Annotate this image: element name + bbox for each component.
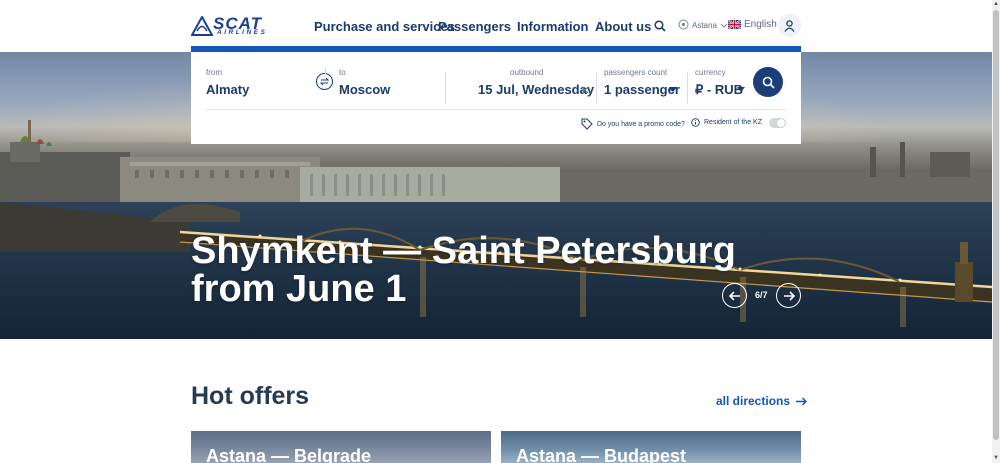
slider-next-button[interactable] [776, 283, 801, 308]
arrow-left-icon [728, 290, 740, 301]
divider [596, 72, 597, 104]
location-pin-icon [678, 19, 689, 30]
close-icon [581, 86, 589, 94]
promo-code-text: Do you have a promo code? [597, 120, 685, 128]
currency-field[interactable]: ₽ - RUB [695, 82, 743, 98]
nav-purchase-and-services[interactable]: Purchase and services [314, 19, 455, 34]
resident-kz-text: Resident of the KZ [704, 119, 762, 126]
hero-title: Shymkent — Saint Petersburg from June 1 [191, 232, 736, 308]
logo-emblem-icon [191, 16, 213, 36]
uk-flag-icon [728, 20, 741, 29]
search-flights-button[interactable] [753, 67, 783, 97]
hero-title-line2: from June 1 [191, 268, 407, 310]
offer-card[interactable]: Astana — Budapest [501, 431, 801, 463]
tag-icon [581, 118, 593, 130]
hot-offers-title: Hot offers [191, 382, 310, 410]
hero-title-line1: Shymkent — Saint Petersburg [191, 230, 736, 272]
chevron-down-icon [720, 23, 728, 28]
language-select[interactable]: English [728, 19, 777, 30]
to-label: to [339, 68, 346, 77]
swap-icon [320, 77, 329, 86]
offer-card-title: Astana — Belgrade [206, 446, 372, 463]
currency-label: currency [695, 68, 726, 77]
divider [325, 68, 326, 76]
all-directions-link[interactable]: all directions [716, 394, 808, 408]
resident-kz-toggle[interactable] [769, 118, 786, 128]
logo-sub: AIRLINES [217, 29, 268, 36]
flight-search-panel: from Almaty to Moscow outbound 15 Jul, W… [191, 46, 801, 144]
passengers-label: passengers count [604, 68, 668, 77]
offer-card[interactable]: Astana — Belgrade [191, 431, 491, 463]
scroll-thumb[interactable] [993, 10, 999, 440]
to-field[interactable]: Moscow [339, 82, 390, 97]
header-search-button[interactable] [653, 19, 667, 33]
arrow-right-icon [796, 396, 808, 406]
header: SCAT AIRLINES Purchase and services Pass… [0, 0, 992, 52]
search-icon [762, 76, 775, 89]
language-value: English [744, 19, 777, 30]
promo-code-link[interactable]: Do you have a promo code? [581, 118, 685, 130]
from-field[interactable]: Almaty [206, 82, 249, 97]
resident-kz: Resident of the KZ [691, 118, 762, 127]
divider [687, 72, 688, 104]
caret-down-icon [669, 87, 677, 92]
scroll-down-icon[interactable]: ▼ [993, 455, 999, 461]
profile-button[interactable] [778, 14, 801, 37]
nav-about-us[interactable]: About us [595, 19, 651, 34]
all-directions-text: all directions [716, 394, 791, 408]
city-select[interactable]: Astana [678, 19, 728, 32]
outbound-label: outbound [510, 68, 544, 77]
info-icon [691, 118, 700, 127]
nav-passengers[interactable]: Passengers [438, 19, 511, 34]
scat-logo[interactable]: SCAT AIRLINES [191, 15, 286, 37]
nav-information[interactable]: Information [517, 19, 589, 34]
caret-down-icon [737, 87, 745, 92]
user-icon [784, 19, 795, 32]
slider-prev-button[interactable] [722, 283, 747, 308]
slide-counter: 6/7 [755, 290, 768, 300]
offer-card-title: Astana — Budapest [516, 446, 687, 463]
from-label: from [206, 68, 222, 77]
divider [206, 109, 786, 110]
divider [445, 72, 446, 104]
city-value: Astana [692, 21, 717, 30]
arrow-right-icon [783, 290, 795, 301]
clear-date-button[interactable] [580, 85, 590, 95]
scroll-up-icon[interactable]: ▲ [993, 1, 999, 7]
outbound-date-field[interactable]: 15 Jul, Wednesday [478, 82, 594, 97]
search-icon [654, 20, 666, 32]
page: Shymkent — Saint Petersburg from June 1 … [0, 0, 1000, 463]
page-scrollbar[interactable]: ▲ ▼ [992, 0, 1000, 463]
